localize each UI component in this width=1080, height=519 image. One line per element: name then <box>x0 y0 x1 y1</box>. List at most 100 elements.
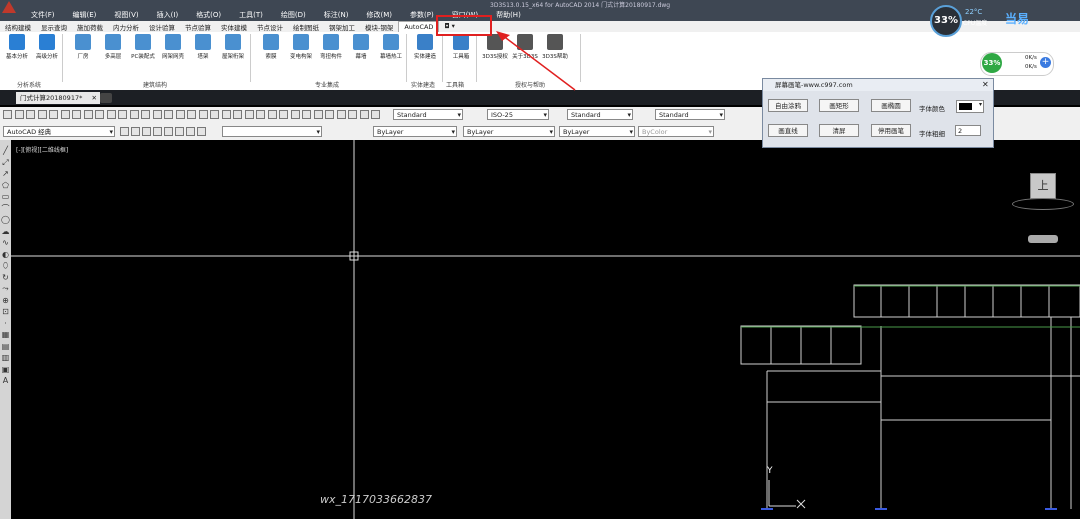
file-tab[interactable]: 门式计算20180917* ✕ <box>16 92 100 104</box>
ribbon-button-12[interactable]: 幕墙热工 <box>376 34 406 60</box>
plotstyle-select[interactable]: ByColor <box>638 126 714 137</box>
ribbon-button-4[interactable]: PC装配式 <box>128 34 158 60</box>
menu-item-7[interactable]: 标注(N) <box>315 10 358 20</box>
standard-tool-icon[interactable] <box>14 110 24 119</box>
draw-tool-icon[interactable]: ⊡ <box>1 307 10 316</box>
ribbon-button-3[interactable]: 多高层 <box>98 34 128 60</box>
standard-tool-icon[interactable] <box>118 110 127 119</box>
ribbon-button-14[interactable]: 工具箱 <box>446 34 476 60</box>
ribbon-tab-3[interactable]: 内力分析 <box>108 21 144 32</box>
standard-tool-icon[interactable] <box>37 110 47 119</box>
layer-tool-icon[interactable] <box>131 127 140 136</box>
table-style-select[interactable]: Standard <box>567 109 633 120</box>
mleader-style-select[interactable]: Standard <box>655 109 725 120</box>
standard-tool-icon[interactable] <box>244 110 254 119</box>
standard-tool-icon[interactable] <box>152 110 162 119</box>
standard-tool-icon[interactable] <box>279 110 288 119</box>
ribbon-tab-7[interactable]: 节点设计 <box>252 21 288 32</box>
standard-tool-icon[interactable] <box>233 110 242 119</box>
draw-tool-icon[interactable]: ▭ <box>1 192 10 201</box>
draw-tool-icon[interactable]: ⤢ <box>1 158 10 167</box>
draw-tool-icon[interactable]: ☁ <box>1 227 10 236</box>
draw-tool-icon[interactable]: ▦ <box>1 330 10 339</box>
standard-tool-icon[interactable] <box>72 110 81 119</box>
draw-tool-icon[interactable]: ◯ <box>1 215 10 224</box>
viewcube[interactable]: 上 <box>1030 173 1056 199</box>
standard-tool-icon[interactable] <box>290 110 300 119</box>
standard-tool-icon[interactable] <box>267 110 277 119</box>
standard-tool-icon[interactable] <box>26 110 35 119</box>
ribbon-tab-5[interactable]: 节点验算 <box>180 21 216 32</box>
ribbon-button-9[interactable]: 变电构架 <box>286 34 316 60</box>
color-select[interactable]: ByLayer <box>373 126 457 137</box>
draw-ellipse-button[interactable]: 画椭圆 <box>871 99 911 112</box>
layer-tool-icon[interactable] <box>164 127 173 136</box>
workspace-select[interactable]: AutoCAD 经典 <box>3 126 115 137</box>
standard-tool-icon[interactable] <box>49 110 58 119</box>
layer-tool-icon[interactable] <box>153 127 162 136</box>
menu-item-3[interactable]: 插入(I) <box>148 10 188 20</box>
drawing-canvas[interactable] <box>11 140 1080 519</box>
ribbon-tab-2[interactable]: 施加荷载 <box>72 21 108 32</box>
draw-tool-icon[interactable]: ▥ <box>1 353 10 362</box>
standard-tool-icon[interactable] <box>210 110 219 119</box>
standard-tool-icon[interactable] <box>95 110 104 119</box>
ribbon-button-13[interactable]: 实体建造 <box>410 34 440 60</box>
draw-line-button[interactable]: 画直线 <box>768 124 808 137</box>
menu-item-1[interactable]: 编辑(E) <box>64 10 106 20</box>
draw-tool-icon[interactable]: ⬠ <box>1 181 10 190</box>
standard-tool-icon[interactable] <box>198 110 208 119</box>
draw-rect-button[interactable]: 画矩形 <box>819 99 859 112</box>
menu-item-6[interactable]: 绘图(D) <box>272 10 315 20</box>
text-style-select[interactable]: Standard <box>393 109 463 120</box>
standard-tool-icon[interactable] <box>221 110 231 119</box>
ribbon-tab-4[interactable]: 设计验算 <box>144 21 180 32</box>
layer-select[interactable] <box>222 126 322 137</box>
free-draw-button[interactable]: 自由涂鸦 <box>768 99 808 112</box>
ribbon-tab-6[interactable]: 实体建模 <box>216 21 252 32</box>
layer-tool-icon[interactable] <box>186 127 195 136</box>
standard-tool-icon[interactable] <box>164 110 173 119</box>
standard-tool-icon[interactable] <box>313 110 323 119</box>
lineweight-select[interactable]: ByLayer <box>559 126 635 137</box>
clear-screen-button[interactable]: 清屏 <box>819 124 859 137</box>
draw-tool-icon[interactable]: · <box>1 319 10 328</box>
ribbon-button-2[interactable]: 厂房 <box>68 34 98 60</box>
draw-tool-icon[interactable]: ↻ <box>1 273 10 282</box>
ribbon-button-10[interactable]: 弯扭构件 <box>316 34 346 60</box>
draw-tool-icon[interactable]: ╱ <box>1 146 10 155</box>
layer-tool-icon[interactable] <box>120 127 129 136</box>
ribbon-tab-11[interactable]: AutoCAD <box>398 21 440 32</box>
linetype-select[interactable]: ByLayer <box>463 126 555 137</box>
ribbon-button-5[interactable]: 网架网壳 <box>158 34 188 60</box>
standard-tool-icon[interactable] <box>256 110 265 119</box>
standard-tool-icon[interactable] <box>325 110 334 119</box>
draw-tool-icon[interactable]: ⊕ <box>1 296 10 305</box>
menu-item-8[interactable]: 修改(M) <box>357 10 401 20</box>
standard-tool-icon[interactable] <box>302 110 311 119</box>
standard-tool-icon[interactable] <box>336 110 346 119</box>
standard-tool-icon[interactable] <box>141 110 150 119</box>
menu-item-2[interactable]: 视图(V) <box>105 10 147 20</box>
ribbon-tab-0[interactable]: 结构建模 <box>0 21 36 32</box>
ribbon-button-6[interactable]: 塔架 <box>188 34 218 60</box>
draw-tool-icon[interactable]: ▣ <box>1 365 10 374</box>
ribbon-button-0[interactable]: 基本分析 <box>2 34 32 60</box>
viewport-label[interactable]: [-][俯视][二维线框] <box>16 145 68 154</box>
font-color-picker[interactable]: ▾ <box>956 100 984 113</box>
standard-tool-icon[interactable] <box>175 110 185 119</box>
ribbon-button-7[interactable]: 屋架桁架 <box>218 34 248 60</box>
draw-tool-icon[interactable]: ▤ <box>1 342 10 351</box>
ribbon-tab-9[interactable]: 钢架加工 <box>324 21 360 32</box>
wcs-button[interactable] <box>1028 235 1058 243</box>
draw-tool-icon[interactable]: A <box>1 376 10 385</box>
draw-tool-icon[interactable]: ∿ <box>1 238 10 247</box>
standard-tool-icon[interactable] <box>106 110 116 119</box>
layer-tool-icon[interactable] <box>142 127 151 136</box>
menu-item-5[interactable]: 工具(T) <box>230 10 272 20</box>
draw-tool-icon[interactable]: ◐ <box>1 250 10 259</box>
standard-tool-icon[interactable] <box>348 110 357 119</box>
ribbon-tab-10[interactable]: 模块-钢架 <box>360 21 398 32</box>
ribbon-button-11[interactable]: 幕墙 <box>346 34 376 60</box>
menu-item-0[interactable]: 文件(F) <box>22 10 64 20</box>
